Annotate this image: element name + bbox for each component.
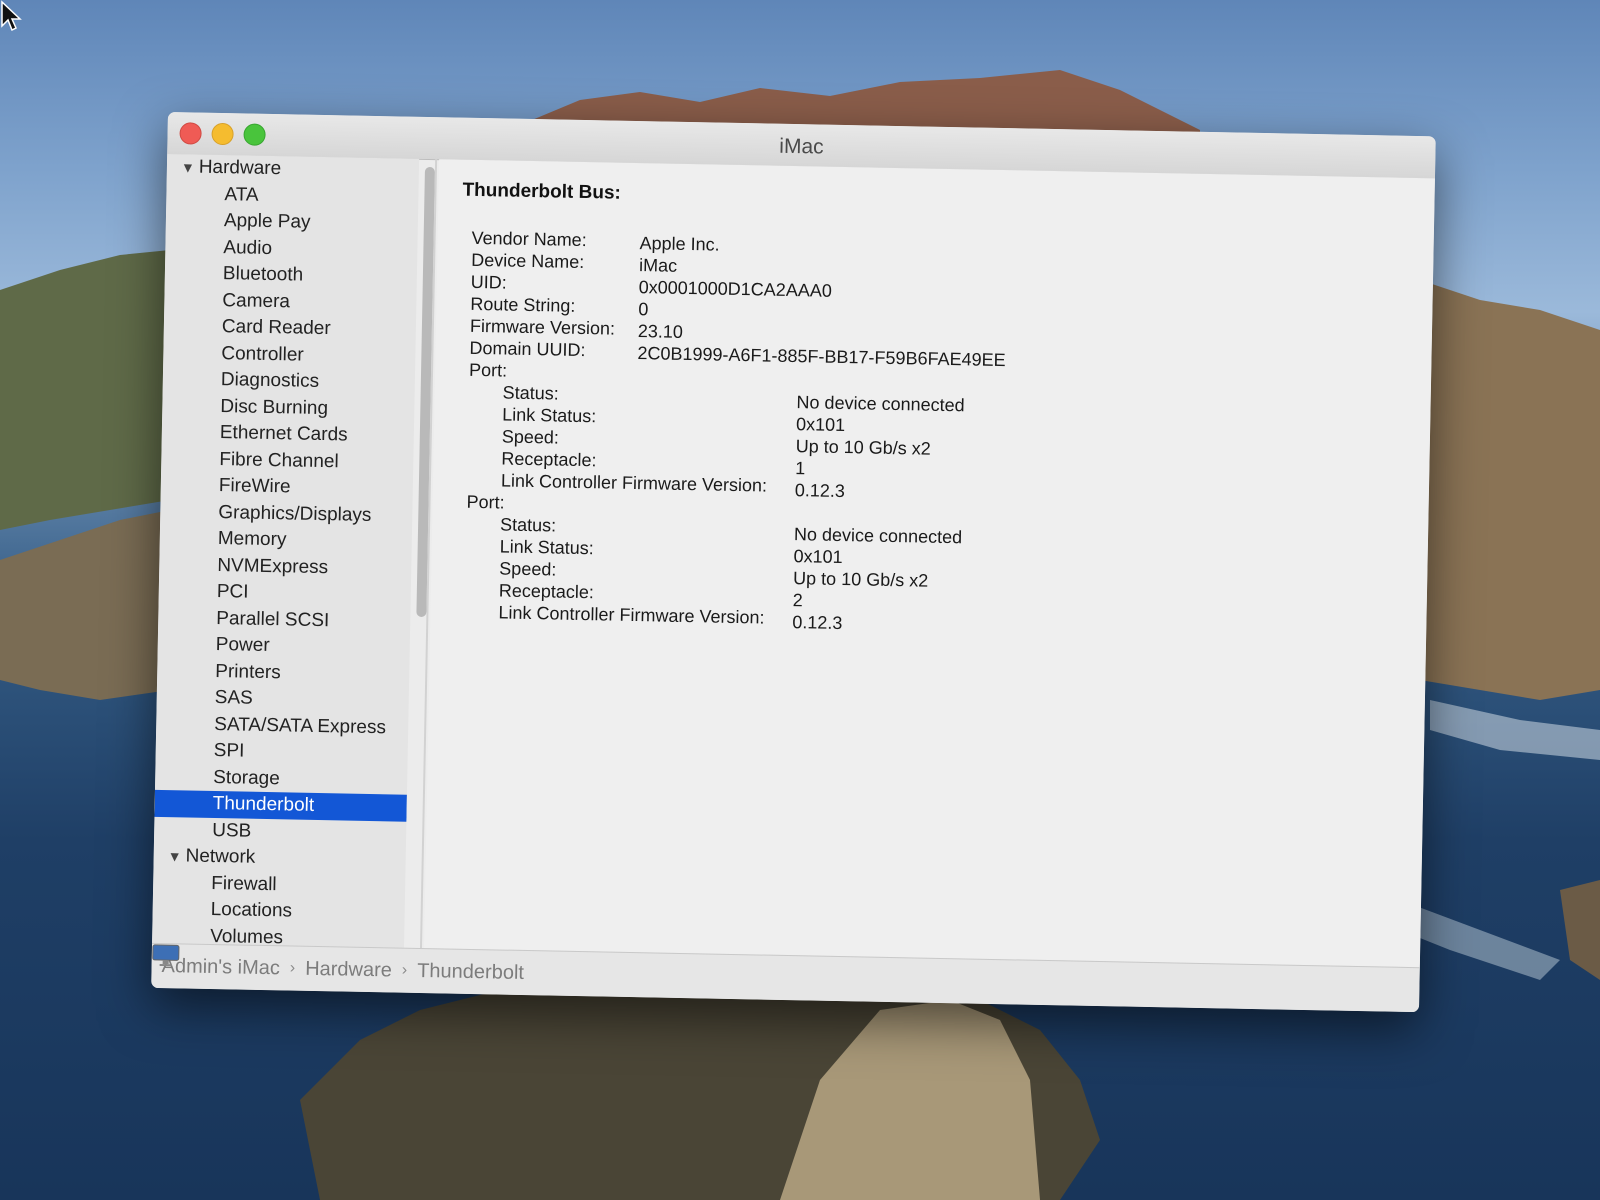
sidebar-section-network[interactable]: ▼ Network: [153, 843, 405, 874]
domain-uuid-value: 2C0B1999-A6F1-885F-BB17-F59B6FAE49EE: [637, 343, 1006, 371]
mouse-cursor-icon: [1, 0, 22, 32]
desktop-wallpaper: iMac ▼ Hardware ATA Apple Pay Audio Bluet…: [0, 0, 1600, 1200]
chevron-right-icon: ›: [289, 959, 296, 977]
port-speed-value: Up to 10 Gb/s x2: [792, 568, 929, 591]
port-status-label: Status:: [499, 514, 557, 536]
disclosure-triangle-icon[interactable]: ▼: [167, 843, 182, 870]
imac-computer-icon: [152, 944, 180, 967]
port-speed-value: Up to 10 Gb/s x2: [795, 436, 931, 459]
system-information-window: iMac ▼ Hardware ATA Apple Pay Audio Bluet…: [151, 112, 1436, 1013]
port-speed-label: Speed:: [499, 558, 557, 580]
uid-value: 0x0001000D1CA2AAA0: [638, 277, 833, 301]
disclosure-triangle-icon[interactable]: ▼: [181, 154, 195, 181]
port-label: Port:: [466, 491, 505, 513]
port-link-status-value: 0x101: [795, 414, 846, 436]
device-name-value: iMac: [638, 255, 678, 276]
port-receptacle-label: Receptacle:: [498, 580, 595, 603]
port-status-value: No device connected: [796, 392, 965, 416]
port-link-status-label: Link Status:: [502, 404, 597, 427]
port-lc-firmware-value: 0.12.3: [794, 480, 846, 502]
sidebar-section-hardware[interactable]: ▼ Hardware: [167, 154, 419, 185]
vendor-name-value: Apple Inc.: [639, 233, 720, 255]
port-status-value: No device connected: [793, 524, 963, 548]
route-string-label: Route String:: [470, 293, 576, 316]
port-status-label: Status:: [502, 382, 559, 404]
port-link-status-value: 0x101: [793, 546, 843, 568]
firmware-version-label: Firmware Version:: [469, 315, 616, 339]
port-lc-firmware-label: Link Controller Firmware Version:: [500, 470, 768, 496]
port-lc-firmware-value: 0.12.3: [792, 612, 843, 634]
detail-pane: Thunderbolt Bus: Vendor Name: Apple Inc.…: [423, 159, 1435, 969]
breadcrumb-thunderbolt[interactable]: Thunderbolt: [417, 959, 524, 984]
chevron-right-icon: ›: [401, 961, 408, 979]
port-speed-label: Speed:: [501, 426, 560, 448]
port-receptacle-value: 1: [795, 458, 806, 479]
breadcrumb-hardware[interactable]: Hardware: [305, 957, 392, 982]
route-string-value: 0: [638, 299, 649, 320]
port-receptacle-label: Receptacle:: [501, 448, 597, 471]
device-name-label: Device Name:: [471, 249, 585, 273]
uid-label: UID:: [470, 271, 507, 293]
bus-heading: Thunderbolt Bus:: [462, 179, 622, 204]
port-lc-firmware-label: Link Controller Firmware Version:: [498, 602, 765, 628]
firmware-version-value: 23.10: [637, 321, 684, 342]
domain-uuid-label: Domain UUID:: [469, 337, 586, 361]
port-label: Port:: [468, 359, 508, 381]
port-link-status-label: Link Status:: [499, 536, 594, 559]
sidebar: ▼ Hardware ATA Apple Pay Audio Bluetooth …: [152, 153, 420, 949]
vendor-name-label: Vendor Name:: [471, 227, 587, 251]
port-receptacle-value: 2: [792, 590, 803, 611]
